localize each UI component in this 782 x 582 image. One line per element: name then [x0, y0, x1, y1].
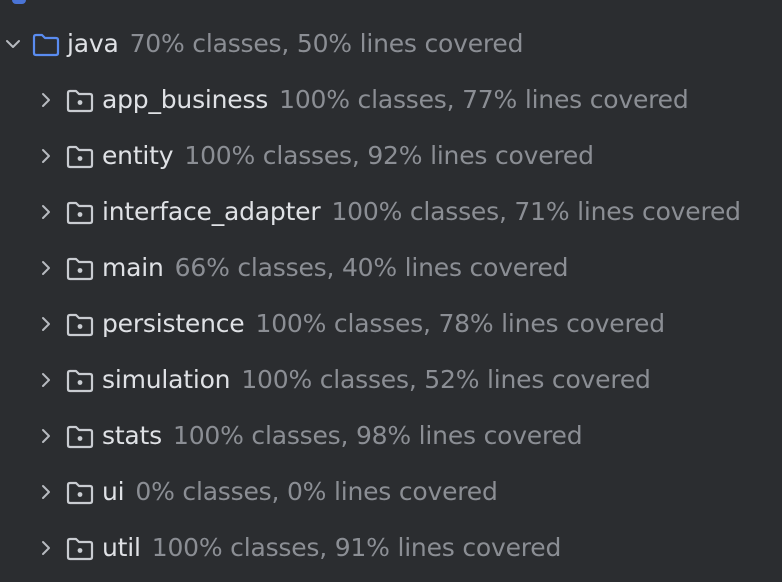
coverage-stats: 100% classes, 91% lines covered [151, 533, 562, 562]
node-label: java 70% classes, 50% lines covered [67, 29, 523, 58]
node-label: stats 100% classes, 98% lines covered [102, 421, 583, 450]
node-name: util [102, 533, 141, 562]
coverage-tree: java 70% classes, 50% lines covered app_… [0, 16, 782, 576]
chevron-right-icon[interactable] [35, 257, 57, 279]
chevron-right-icon[interactable] [35, 201, 57, 223]
folder-icon [31, 32, 61, 58]
node-name: stats [102, 421, 162, 450]
node-label: entity 100% classes, 92% lines covered [102, 141, 594, 170]
tree-node-stats[interactable]: stats 100% classes, 98% lines covered [0, 408, 782, 464]
tree-node-app-business[interactable]: app_business 100% classes, 77% lines cov… [0, 72, 782, 128]
package-folder-icon [65, 88, 95, 114]
tree-node-entity[interactable]: entity 100% classes, 92% lines covered [0, 128, 782, 184]
coverage-stats: 100% classes, 52% lines covered [241, 365, 651, 394]
node-label: persistence 100% classes, 78% lines cove… [102, 309, 665, 338]
package-folder-icon [65, 200, 95, 226]
selection-marker [12, 0, 26, 4]
node-name: simulation [102, 365, 231, 394]
node-label: interface_adapter 100% classes, 71% line… [102, 197, 741, 226]
chevron-right-icon[interactable] [35, 313, 57, 335]
coverage-stats: 100% classes, 71% lines covered [331, 197, 741, 226]
node-name: app_business [102, 85, 269, 114]
node-label: ui 0% classes, 0% lines covered [102, 477, 498, 506]
tree-node-util[interactable]: util 100% classes, 91% lines covered [0, 520, 782, 576]
chevron-right-icon[interactable] [35, 425, 57, 447]
node-name: java [67, 29, 119, 58]
coverage-stats: 0% classes, 0% lines covered [135, 477, 498, 506]
chevron-right-icon[interactable] [35, 145, 57, 167]
coverage-stats: 100% classes, 78% lines covered [255, 309, 665, 338]
package-folder-icon [65, 368, 95, 394]
tree-node-simulation[interactable]: simulation 100% classes, 52% lines cover… [0, 352, 782, 408]
coverage-stats: 100% classes, 92% lines covered [184, 141, 594, 170]
node-label: main 66% classes, 40% lines covered [102, 253, 569, 282]
chevron-right-icon[interactable] [35, 481, 57, 503]
node-name: ui [102, 477, 125, 506]
coverage-stats: 100% classes, 98% lines covered [172, 421, 583, 450]
tree-node-interface-adapter[interactable]: interface_adapter 100% classes, 71% line… [0, 184, 782, 240]
package-folder-icon [65, 312, 95, 338]
node-label: simulation 100% classes, 52% lines cover… [102, 365, 651, 394]
node-name: interface_adapter [102, 197, 321, 226]
package-folder-icon [65, 536, 95, 562]
chevron-down-icon[interactable] [2, 33, 24, 55]
package-folder-icon [65, 144, 95, 170]
chevron-right-icon[interactable] [35, 89, 57, 111]
node-label: app_business 100% classes, 77% lines cov… [102, 85, 689, 114]
tree-node-main[interactable]: main 66% classes, 40% lines covered [0, 240, 782, 296]
tree-node-java[interactable]: java 70% classes, 50% lines covered [0, 16, 782, 72]
node-name: persistence [102, 309, 245, 338]
tree-node-persistence[interactable]: persistence 100% classes, 78% lines cove… [0, 296, 782, 352]
coverage-stats: 66% classes, 40% lines covered [174, 253, 569, 282]
package-folder-icon [65, 256, 95, 282]
chevron-right-icon[interactable] [35, 537, 57, 559]
tree-node-ui[interactable]: ui 0% classes, 0% lines covered [0, 464, 782, 520]
chevron-right-icon[interactable] [35, 369, 57, 391]
package-folder-icon [65, 424, 95, 450]
coverage-stats: 70% classes, 50% lines covered [129, 29, 524, 58]
node-label: util 100% classes, 91% lines covered [102, 533, 561, 562]
node-name: main [102, 253, 164, 282]
node-name: entity [102, 141, 174, 170]
package-folder-icon [65, 480, 95, 506]
coverage-stats: 100% classes, 77% lines covered [279, 85, 689, 114]
